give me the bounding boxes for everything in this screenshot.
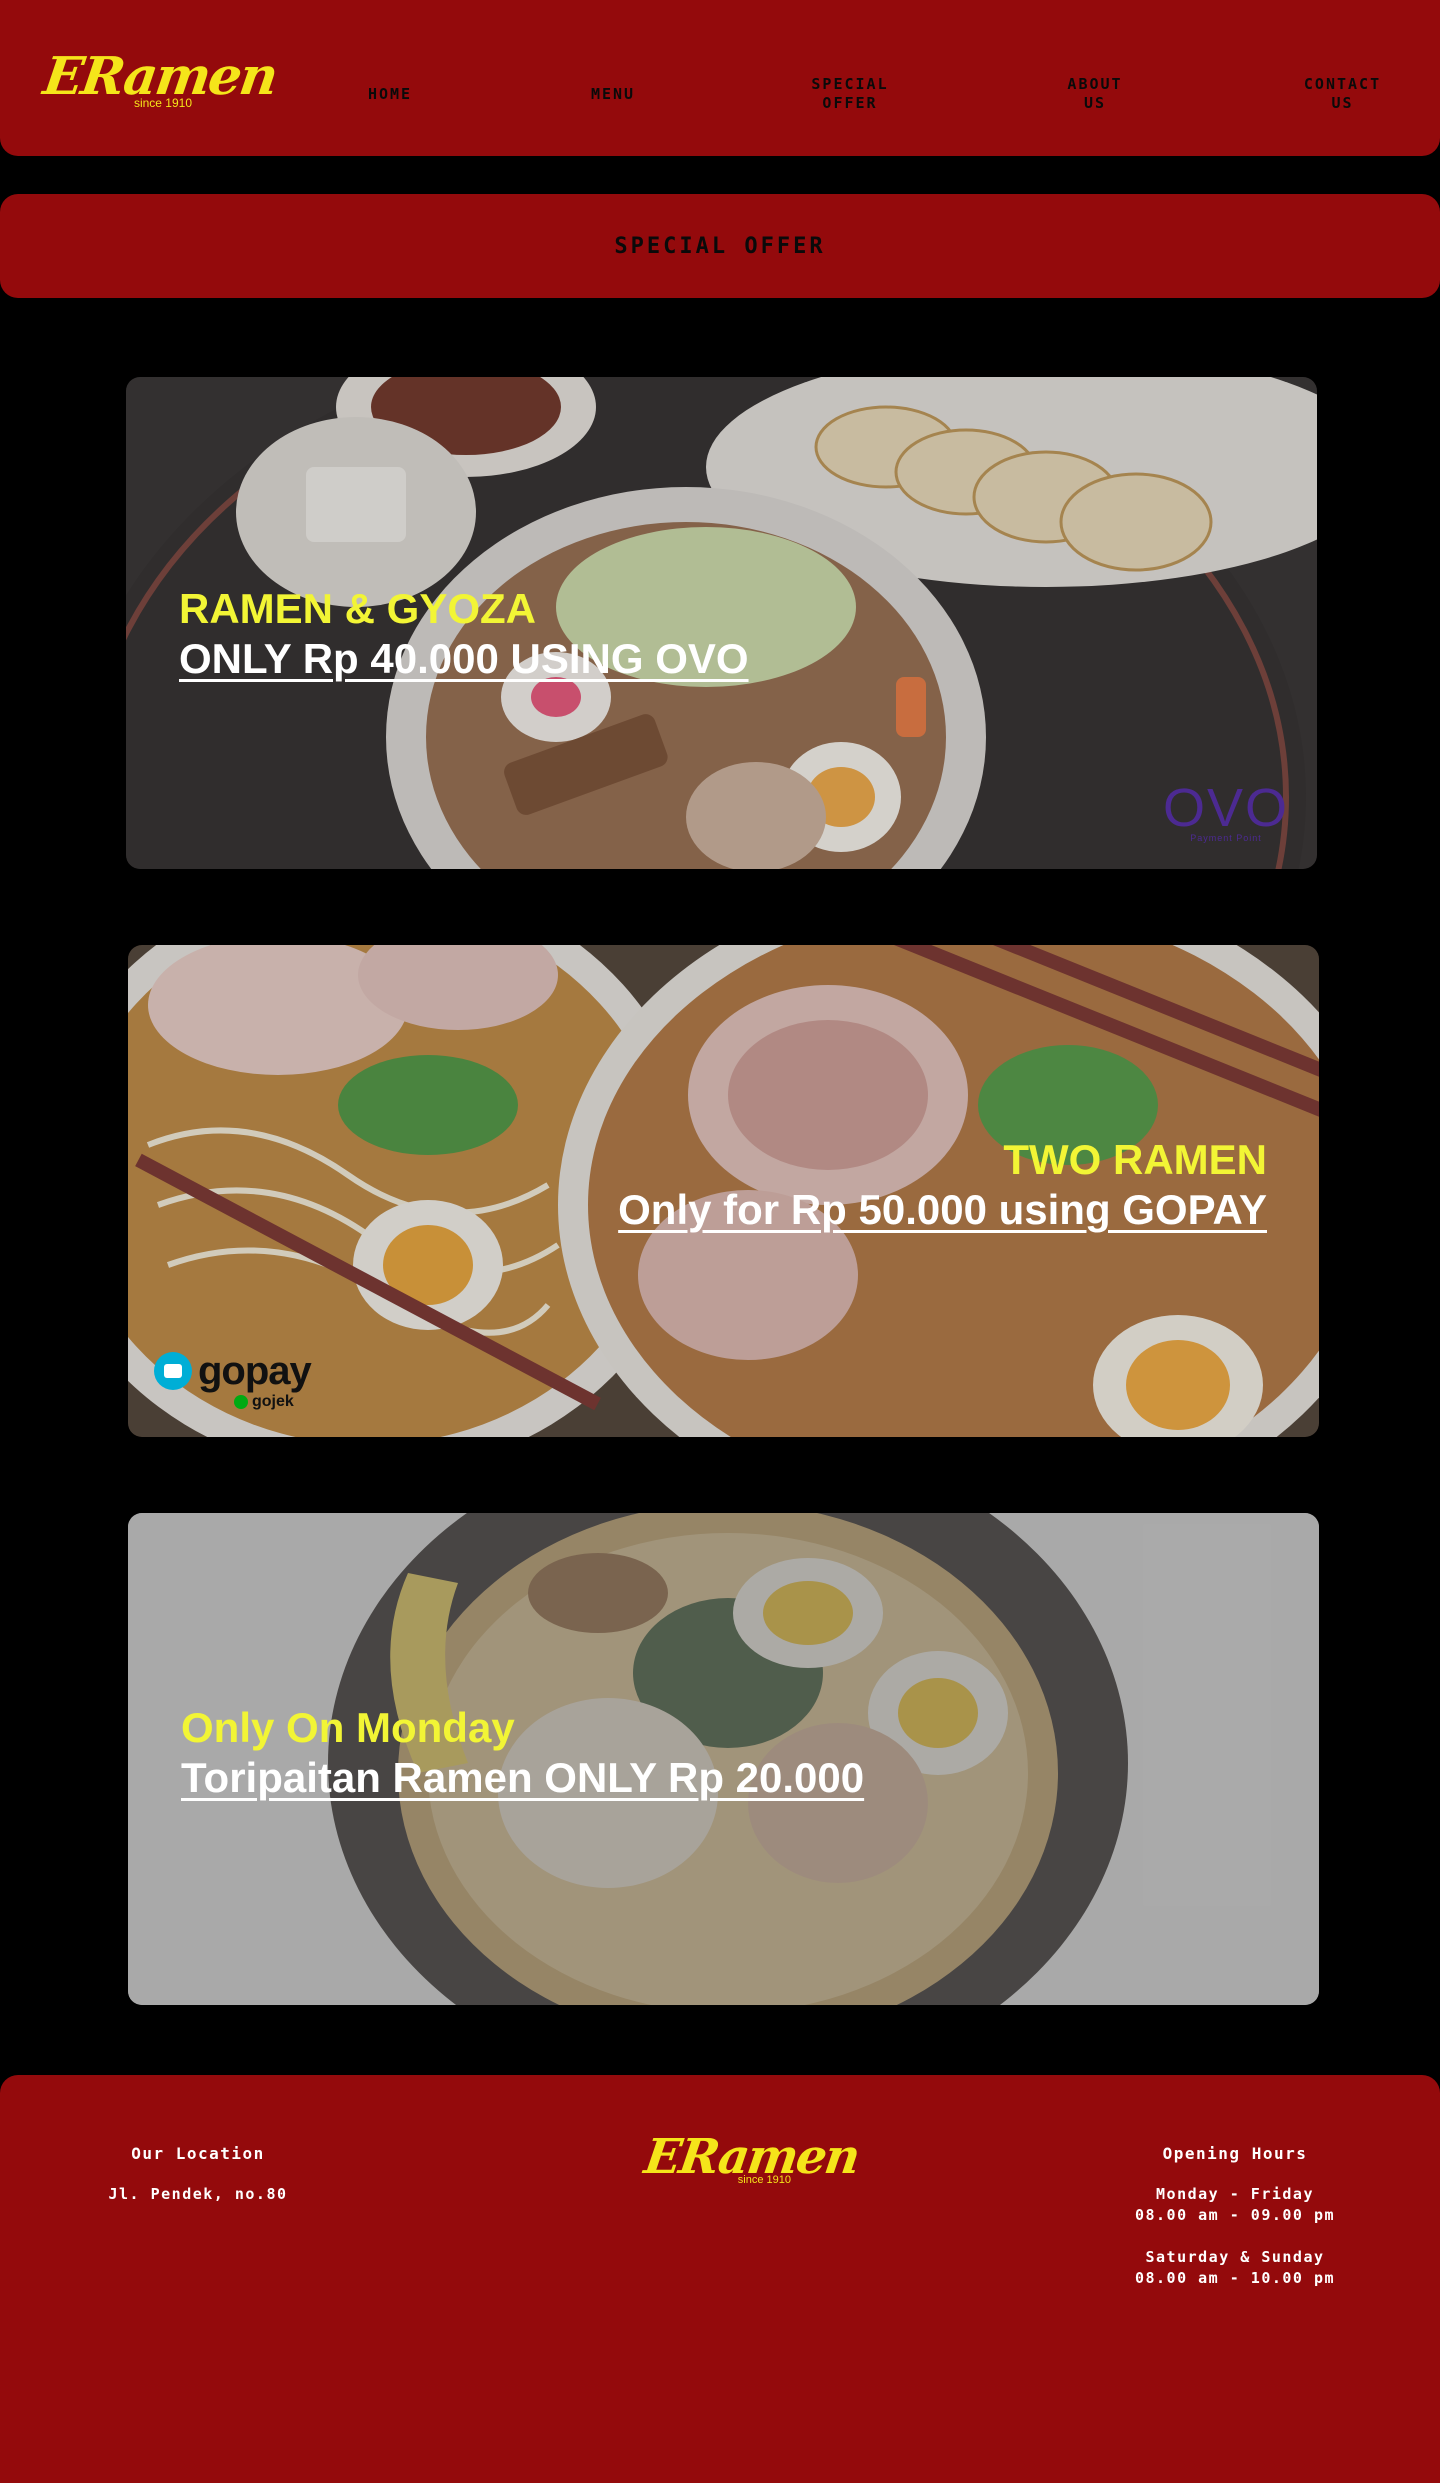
weekday-hours: 08.00 am - 09.00 pm (1134, 2206, 1336, 2224)
nav-special-offer-line1: SPECIAL (811, 75, 889, 93)
nav-about-us[interactable]: ABOUT US (1030, 75, 1160, 113)
offer-text: Only On Monday Toripaitan Ramen ONLY Rp … (181, 1703, 864, 1803)
offer-subline: Only for Rp 50.000 using GOPAY (618, 1186, 1267, 1233)
offer-headline: RAMEN & GYOZA (179, 585, 536, 632)
footer-hours: Opening Hours Monday - Friday 08.00 am -… (1085, 2144, 1385, 2289)
page-title: SPECIAL OFFER (614, 233, 826, 259)
gojek-logo-text: gojek (252, 1393, 294, 1410)
nav-special-offer-line2: OFFER (822, 94, 878, 112)
weekday-label: Monday - Friday (1156, 2185, 1314, 2203)
gopay-logo-text: gopay (198, 1349, 312, 1393)
footer-location: Our Location Jl. Pendek, no.80 (78, 2144, 318, 2205)
nav-menu[interactable]: MENU (563, 85, 663, 104)
weekend-hours: 08.00 am - 10.00 pm (1134, 2269, 1336, 2287)
ovo-logo-icon: OVO Payment Point (1162, 778, 1289, 843)
offer-text: TWO RAMEN Only for Rp 50.000 using GOPAY (618, 1135, 1267, 1235)
offer-card-two-ramen[interactable]: TWO RAMEN Only for Rp 50.000 using GOPAY… (128, 945, 1319, 1437)
offer-subline: ONLY Rp 40.000 USING OVO (179, 635, 749, 682)
offer-headline: Only On Monday (181, 1704, 515, 1751)
offer-card-ramen-gyoza[interactable]: RAMEN & GYOZA ONLY Rp 40.000 USING OVO O… (126, 377, 1317, 869)
offer-headline: TWO RAMEN (1003, 1136, 1267, 1183)
main-nav: HOME MENU SPECIAL OFFER ABOUT US CONTACT… (0, 0, 1440, 156)
offer-text: RAMEN & GYOZA ONLY Rp 40.000 USING OVO (179, 584, 749, 684)
offer-subline: Toripaitan Ramen ONLY Rp 20.000 (181, 1754, 865, 1801)
site-footer: Our Location Jl. Pendek, no.80 ERamen si… (0, 2075, 1440, 2483)
footer-brand-logo[interactable]: ERamen since 1910 (641, 2129, 862, 2190)
location-title: Our Location (131, 2144, 265, 2163)
nav-contact-line2: US (1331, 94, 1354, 112)
ovo-logo-text: OVO (1162, 778, 1289, 838)
offer-card-toripaitan[interactable]: Only On Monday Toripaitan Ramen ONLY Rp … (128, 1513, 1319, 2005)
hours-title: Opening Hours (1162, 2144, 1308, 2163)
nav-special-offer[interactable]: SPECIAL OFFER (780, 75, 920, 113)
wallet-icon (154, 1352, 192, 1390)
gopay-logo-icon: gopay gojek (154, 1349, 312, 1411)
site-header: ERamen since 1910 HOME MENU SPECIAL OFFE… (0, 0, 1440, 156)
address: Jl. Pendek, no.80 (108, 2185, 288, 2203)
nav-contact-us[interactable]: CONTACT US (1275, 75, 1410, 113)
special-offer-banner: SPECIAL OFFER (0, 194, 1440, 298)
nav-menu-label: MENU (590, 85, 636, 103)
nav-about-line1: ABOUT (1067, 75, 1123, 93)
weekend-label: Saturday & Sunday (1145, 2248, 1325, 2266)
nav-home[interactable]: HOME (340, 85, 440, 104)
nav-home-label: HOME (367, 85, 413, 103)
nav-about-line2: US (1083, 94, 1107, 112)
footer-logo-since: since 1910 (737, 2174, 791, 2186)
nav-contact-line1: CONTACT (1303, 75, 1382, 93)
gojek-icon (234, 1395, 248, 1409)
